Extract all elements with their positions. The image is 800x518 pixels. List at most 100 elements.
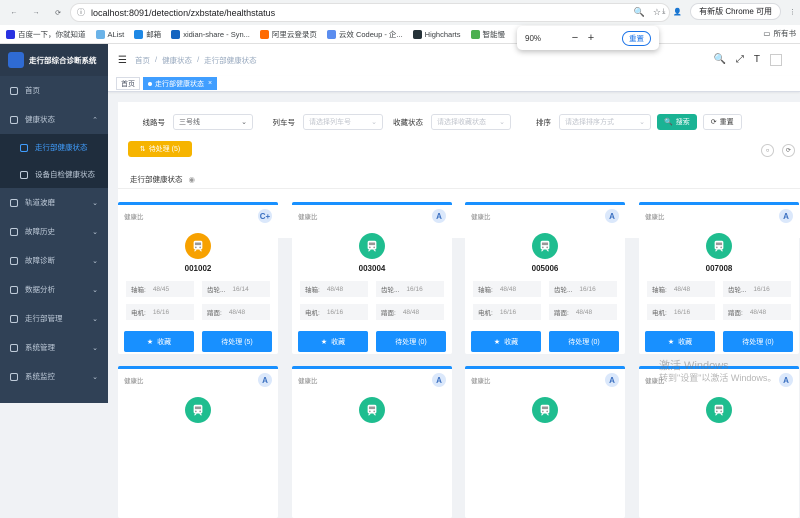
zoom-reset-button[interactable]: 重置	[622, 30, 651, 46]
avatar[interactable]	[770, 54, 782, 66]
zoom-out-button[interactable]: −	[567, 32, 583, 44]
stat-value: 16/16	[499, 308, 517, 316]
sidebar-item[interactable]: 设备自检健康状态	[0, 161, 108, 188]
stat-key: 轴箱:	[131, 287, 146, 294]
history-icon	[10, 227, 18, 236]
refresh-list-icon[interactable]: ⟳	[782, 144, 795, 157]
fullscreen-icon[interactable]: ⤢	[736, 54, 744, 66]
search-icon: 🔍	[664, 119, 673, 126]
star-icon[interactable]: ☆	[653, 7, 661, 18]
reload-icon[interactable]: ⟳	[50, 5, 66, 21]
tag-home[interactable]: 首页	[116, 77, 140, 90]
chevron-down-icon: ⌄	[499, 119, 505, 126]
tread-stat: 踏面: 48/48	[549, 304, 617, 320]
profile-icon[interactable]: 👤	[673, 8, 682, 16]
sidebar-item[interactable]: 走行部管理 ⌄	[0, 304, 108, 333]
zoom-icon[interactable]: 🔍	[634, 7, 645, 18]
sidebar-item[interactable]: 数据分析 ⌄	[0, 275, 108, 304]
stat-value: 16/14	[232, 285, 249, 293]
train-card[interactable]: 健康比 A 003004 轴箱: 48/48 齿轮... 16/16 电机: 16/16 踏面: 4…	[292, 202, 452, 354]
tag-health-status[interactable]: 走行部健康状态 ×	[143, 77, 218, 90]
star-icon: ★	[493, 338, 501, 346]
train-card[interactable]: 健康比 A 005006 轴箱: 48/48 齿轮... 16/16 电机: 16/16 踏面: 4…	[465, 202, 625, 354]
sidebar-item[interactable]: 轨道波磨 ⌄	[0, 188, 108, 217]
pending-card-button[interactable]: 待处理 (5)	[202, 331, 272, 352]
bookmark-item[interactable]: xidian-share - Syn...	[171, 29, 250, 39]
fav-select[interactable]: 请选择收藏状态 ⌄	[431, 114, 511, 130]
search-button[interactable]: 🔍 搜索	[657, 114, 697, 130]
sidebar-item[interactable]: 系统监控 ⌄	[0, 362, 108, 391]
active-dot-icon	[148, 81, 152, 86]
bookmark-item[interactable]: 阿里云登录页	[259, 29, 317, 40]
pending-card-button[interactable]: 待处理 (0)	[549, 331, 619, 352]
train-label: 列车号	[272, 117, 296, 127]
sort-select[interactable]: 请选择排序方式 ⌄	[559, 114, 651, 130]
bookmark-item[interactable]: 百度一下，你就知道	[6, 29, 86, 40]
bookmark-item[interactable]: AList	[95, 29, 124, 39]
sidebar-item[interactable]: 首页	[0, 76, 108, 105]
sidebar-item[interactable]: 健康状态 ⌃	[0, 105, 108, 134]
train-icon	[706, 397, 732, 423]
pending-button[interactable]: ⇅ 待处理 (5)	[128, 141, 192, 157]
train-card[interactable]: 健康比 A	[465, 366, 625, 518]
train-card[interactable]: 健康比 A	[292, 366, 452, 518]
grade-badge: A	[258, 373, 272, 387]
toggle-search-icon[interactable]: ○	[761, 144, 774, 157]
chevron-down-icon: ⌄	[92, 257, 98, 265]
zoom-value: 90%	[525, 33, 542, 43]
bookmark-icon	[95, 29, 105, 39]
stat-key: 电机:	[478, 310, 493, 317]
site-info-icon[interactable]: ⓘ	[77, 7, 85, 18]
search-icon[interactable]: 🔍	[713, 54, 725, 66]
menu-icon[interactable]: ⋮	[789, 8, 796, 16]
reset-button[interactable]: ⟳ 重置	[702, 114, 742, 130]
close-icon[interactable]: ×	[208, 80, 212, 87]
health-label: 健康比	[645, 214, 665, 221]
pending-card-button[interactable]: 待处理 (0)	[376, 331, 446, 352]
bookmark-item[interactable]: 智能慢	[470, 29, 505, 40]
axlebox-stat: 轴箱: 48/48	[647, 281, 715, 297]
forward-icon[interactable]: →	[28, 5, 44, 21]
breadcrumb-item[interactable]: 首页	[135, 55, 150, 66]
favorite-button[interactable]: ★ 收藏	[471, 331, 541, 352]
update-chrome-button[interactable]: 有新版 Chrome 可用	[690, 3, 781, 20]
breadcrumb-item: 走行部健康状态	[204, 55, 257, 65]
manage-icon	[10, 314, 18, 323]
breadcrumb-item[interactable]: 健康状态	[162, 55, 192, 66]
download-icon[interactable]: ⤓	[662, 8, 665, 16]
sidebar-item[interactable]: 走行部健康状态	[0, 134, 108, 161]
train-card[interactable]: 健康比 A 007008 轴箱: 48/48 齿轮... 16/16 电机: 16/16 踏面: 4…	[639, 202, 799, 354]
hamburger-icon[interactable]: ☰	[118, 55, 127, 66]
grade-badge: A	[779, 373, 793, 387]
zoom-in-button[interactable]: +	[583, 32, 599, 44]
stat-key: 踏面:	[554, 310, 569, 317]
sidebar-item[interactable]: 系统管理 ⌄	[0, 333, 108, 362]
train-card[interactable]: 健康比 A	[639, 366, 799, 518]
bookmark-item[interactable]: 邮箱	[134, 29, 161, 40]
axlebox-stat: 轴箱: 48/45	[126, 281, 194, 297]
favorite-button[interactable]: ★ 收藏	[124, 331, 194, 352]
address-bar[interactable]: ⓘ localhost:8091/detection/zxbstate/heal…	[70, 3, 670, 22]
pending-card-button[interactable]: 待处理 (0)	[723, 331, 793, 352]
favorite-button[interactable]: ★ 收藏	[645, 331, 715, 352]
app-logo: 走行部综合诊断系统	[0, 44, 108, 76]
font-size-icon[interactable]: T	[754, 54, 760, 66]
stat-value: 16/16	[326, 308, 344, 316]
health-label: 健康比	[471, 378, 491, 385]
sidebar-item[interactable]: 故障历史 ⌄	[0, 217, 108, 246]
train-select[interactable]: 请选择列车号 ⌄	[303, 114, 383, 130]
sidebar-item[interactable]: 故障诊断 ⌄	[0, 246, 108, 275]
favorite-button[interactable]: ★ 收藏	[298, 331, 368, 352]
train-card[interactable]: 健康比 C+ 001002 轴箱: 48/45 齿轮... 16/14 电机: 16/16 踏面:…	[118, 202, 278, 354]
back-icon[interactable]: ←	[6, 5, 22, 21]
line-select[interactable]: 三号线 ⌄	[173, 114, 253, 130]
train-card[interactable]: 健康比 A	[118, 366, 278, 518]
all-bookmarks[interactable]: ▭ 所有书	[763, 28, 796, 39]
stat-key: 轴箱:	[652, 287, 667, 294]
windows-watermark: 激活 Windows 转到"设置"以激活 Windows。	[659, 360, 776, 384]
star-icon: ★	[667, 338, 675, 346]
eye-icon[interactable]: ◉	[189, 175, 196, 184]
bookmark-item[interactable]: 云效 Codeup - 企...	[326, 29, 403, 40]
watermark-line1: 激活 Windows	[659, 360, 729, 372]
bookmark-item[interactable]: Highcharts	[412, 29, 461, 39]
